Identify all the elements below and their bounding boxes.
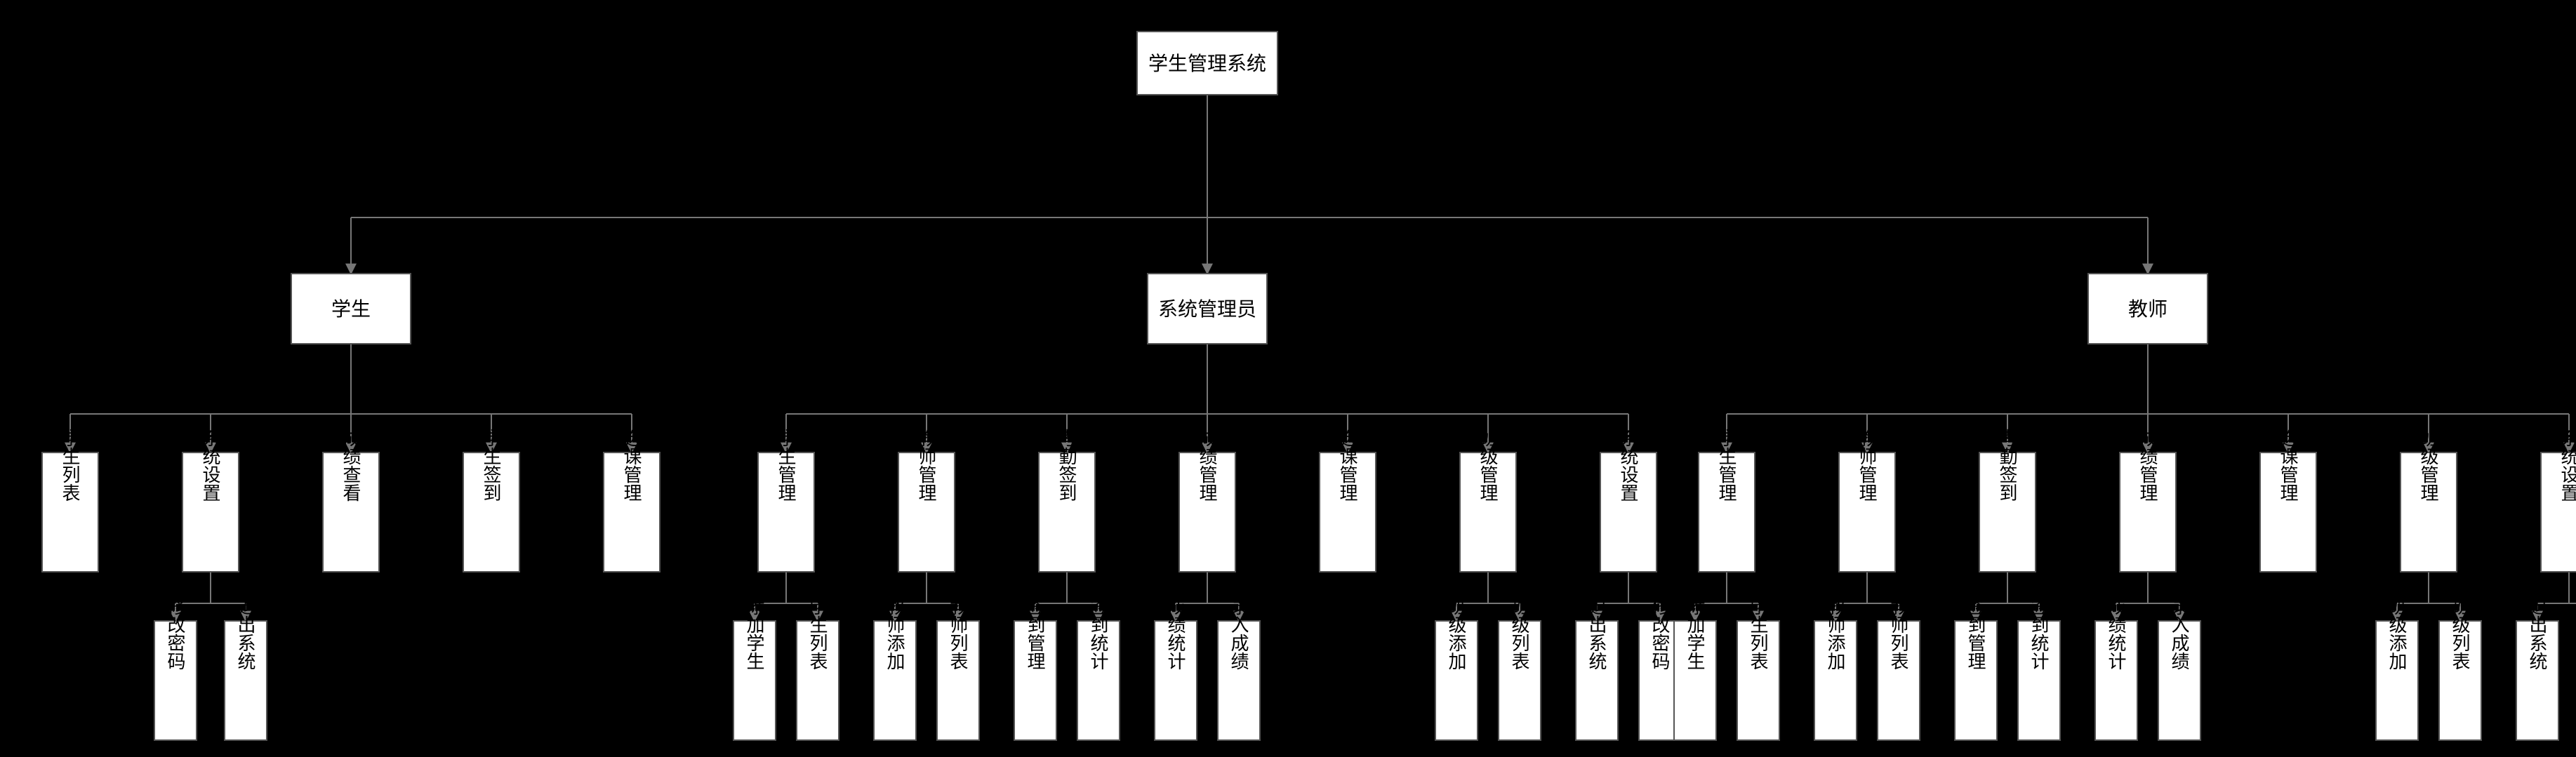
admin-gc-5-0: 班级添加 [1435,597,1478,740]
student-settings-child-1: 退出系统 [225,597,267,740]
admin-gc-1-1: 教师列表 [937,597,979,740]
teacher-gc-1-0-label: 教师添加 [1825,597,1846,670]
admin-child-4-label: 选课管理 [1337,429,1358,502]
admin-child-1-label: 教师管理 [916,429,937,502]
student-settings-child-0: 修改密码 [154,597,197,740]
student-child-4-label: 选课管理 [621,429,642,502]
admin-child-4: 选课管理 [1320,429,1376,572]
teacher-gc-1-1-label: 教师列表 [1888,597,1909,670]
teacher-gc-2-1-label: 签到统计 [2029,597,2050,670]
admin-child-0: 学生管理 [758,429,814,572]
teacher-gc-2-0: 签到管理 [1955,597,1997,740]
admin-gc-0-1: 学生列表 [797,597,839,740]
teacher-child-4-label: 选课管理 [2278,429,2299,502]
admin-gc-1-0: 教师添加 [874,597,916,740]
student-settings-child-0-label: 修改密码 [165,597,186,670]
admin-gc-2-0: 签到管理 [1014,597,1056,740]
admin-child-1: 教师管理 [898,429,955,572]
teacher-child-6: 系统设置 [2541,429,2576,572]
teacher-child-0-label: 学生管理 [1716,429,1737,502]
admin-node: 系统管理员 [1148,274,1267,344]
admin-child-2-label: 考勤签到 [1056,429,1077,502]
admin-gc-0-0: 添加学生 [733,597,776,740]
teacher-gc-3-0: 成绩统计 [2095,597,2137,740]
teacher-gc-2-0-label: 签到管理 [1965,597,1986,670]
root-node: 学生管理系统 [1137,32,1277,95]
teacher-gc-6-0: 退出系统 [2516,597,2558,740]
student-child-0-label: 学生列表 [60,429,81,502]
teacher-gc-5-0: 班级添加 [2376,597,2418,740]
student-child-2: 成绩查看 [323,429,379,572]
admin-gc-3-0-label: 成绩统计 [1165,597,1186,670]
admin-child-3-label: 成绩管理 [1197,429,1218,502]
teacher-child-2: 考勤签到 [1979,429,2036,572]
student-child-1-label: 系统设置 [200,429,221,502]
teacher-child-3: 成绩管理 [2120,429,2176,572]
teacher-node-label: 教师 [2128,298,2167,320]
teacher-gc-2-1: 签到统计 [2018,597,2060,740]
hierarchy-diagram: 学生管理系统学生 系统管理员 教师学生列表 系统设置 成绩查看 学生签到 选课管理修改密码 退… [0,0,2576,757]
admin-child-3: 成绩管理 [1179,429,1235,572]
teacher-child-1-label: 教师管理 [1857,429,1878,502]
admin-child-0-label: 学生管理 [776,429,797,502]
teacher-child-5: 班级管理 [2401,429,2457,572]
teacher-gc-6-0-label: 退出系统 [2527,597,2548,670]
teacher-gc-5-1: 班级列表 [2439,597,2481,740]
teacher-gc-3-1: 录入成绩 [2158,597,2200,740]
teacher-gc-0-1-label: 学生列表 [1748,597,1769,670]
admin-child-5-label: 班级管理 [1478,429,1499,502]
admin-gc-6-0-label: 退出系统 [1586,597,1607,670]
teacher-gc-0-0-label: 添加学生 [1685,597,1706,670]
admin-gc-1-1-label: 教师列表 [948,597,969,670]
teacher-child-1: 教师管理 [1839,429,1895,572]
admin-node-label: 系统管理员 [1158,298,1256,320]
admin-gc-5-1: 班级列表 [1499,597,1541,740]
admin-gc-3-0: 成绩统计 [1155,597,1197,740]
admin-gc-2-0-label: 签到管理 [1025,597,1046,670]
admin-child-6: 系统设置 [1600,429,1657,572]
teacher-gc-5-0-label: 班级添加 [2386,597,2408,670]
teacher-child-3-label: 成绩管理 [2137,429,2158,502]
admin-child-2: 考勤签到 [1039,429,1095,572]
student-settings-child-1-label: 退出系统 [235,597,256,670]
admin-gc-0-1-label: 学生列表 [807,597,828,670]
teacher-gc-1-1: 教师列表 [1878,597,1920,740]
student-child-3: 学生签到 [463,429,519,572]
admin-gc-3-1-label: 录入成绩 [1228,597,1249,670]
teacher-child-5-label: 班级管理 [2418,429,2439,502]
teacher-gc-0-1: 学生列表 [1737,597,1779,740]
student-child-2-label: 成绩查看 [340,429,361,502]
student-child-3-label: 学生签到 [481,429,502,502]
root-node-label: 学生管理系统 [1148,53,1266,74]
admin-child-6-label: 系统设置 [1618,429,1639,502]
teacher-child-0: 学生管理 [1699,429,1755,572]
admin-gc-5-1-label: 班级列表 [1509,597,1530,670]
student-child-4: 选课管理 [604,429,660,572]
student-node: 学生 [291,274,411,344]
teacher-gc-5-1-label: 班级列表 [2450,597,2471,670]
teacher-child-6-label: 系统设置 [2558,429,2576,502]
admin-gc-6-1-label: 修改密码 [1649,597,1671,670]
teacher-gc-1-0: 教师添加 [1814,597,1857,740]
admin-gc-5-0-label: 班级添加 [1446,597,1467,670]
teacher-gc-0-0: 添加学生 [1674,597,1716,740]
teacher-child-4: 选课管理 [2260,429,2316,572]
student-child-0: 学生列表 [42,429,98,572]
admin-gc-3-1: 录入成绩 [1218,597,1260,740]
admin-gc-1-0-label: 教师添加 [884,597,905,670]
teacher-gc-3-0-label: 成绩统计 [2106,597,2127,670]
teacher-node: 教师 [2088,274,2207,344]
admin-gc-6-0: 退出系统 [1576,597,1618,740]
admin-gc-2-1: 签到统计 [1077,597,1120,740]
admin-child-5: 班级管理 [1460,429,1516,572]
admin-gc-0-0-label: 添加学生 [744,597,765,670]
teacher-gc-3-1-label: 录入成绩 [2169,597,2190,670]
admin-gc-2-1-label: 签到统计 [1088,597,1109,670]
student-child-1: 系统设置 [182,429,239,572]
student-node-label: 学生 [331,298,371,320]
teacher-child-2-label: 考勤签到 [1997,429,2018,502]
